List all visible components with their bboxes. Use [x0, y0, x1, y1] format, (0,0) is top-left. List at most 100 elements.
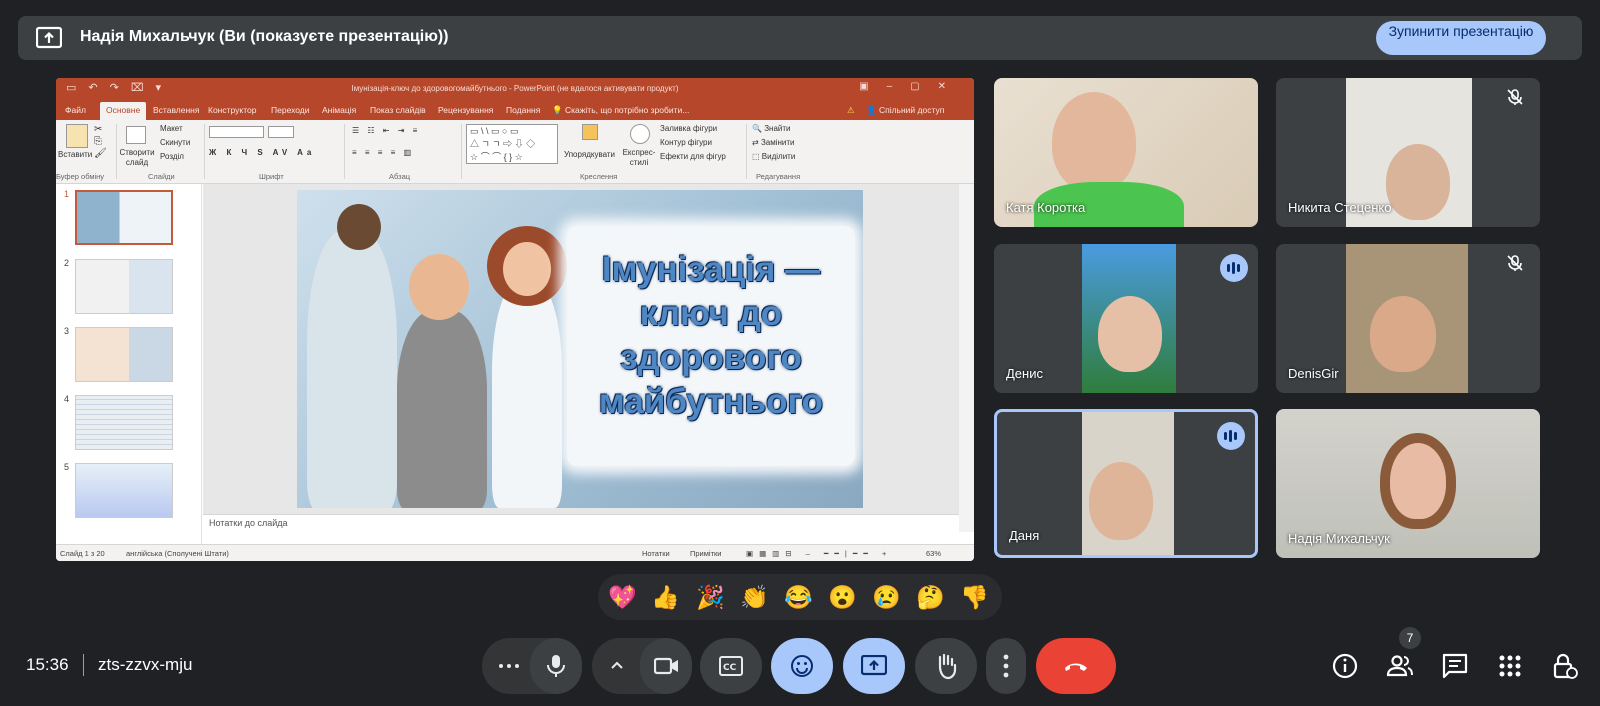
- reaction-party-icon[interactable]: 🎉: [696, 583, 725, 611]
- slide-title-line: Імунізація —: [601, 250, 821, 289]
- section-button[interactable]: Розділ: [160, 152, 184, 161]
- quick-styles-icon[interactable]: [630, 124, 650, 144]
- meeting-time: 15:36: [26, 655, 69, 674]
- ribbon: Вставити ✂ ⎘ 🖌 Буфер обміну Створити слайд…: [56, 120, 974, 184]
- tab-home[interactable]: Основне: [100, 102, 147, 120]
- more-options-button[interactable]: [986, 638, 1026, 694]
- quick-styles-label[interactable]: Експрес-стилі: [618, 148, 660, 168]
- select-button[interactable]: ⬚ Виділити: [752, 152, 795, 161]
- host-controls-lock-icon[interactable]: [1550, 652, 1578, 680]
- align-icons[interactable]: ≡ ≡ ≡ ≡ ▥: [352, 148, 414, 157]
- present-screen-icon: [36, 26, 62, 49]
- slide-edit-area[interactable]: Імунізація — ключ до здорового майбутньо…: [203, 184, 959, 514]
- notes-pane[interactable]: Нотатки до слайда: [203, 514, 959, 532]
- reset-button[interactable]: Скинути: [160, 138, 190, 147]
- layout-button[interactable]: Макет: [160, 124, 183, 133]
- present-button[interactable]: [843, 638, 905, 694]
- microphone-icon: [547, 655, 565, 677]
- new-slide-label[interactable]: Створити слайд: [117, 148, 157, 168]
- paragraph-icons[interactable]: ☰ ☷ ⇤ ⇥ ≡: [352, 126, 420, 135]
- current-slide[interactable]: Імунізація — ключ до здорового майбутньо…: [297, 190, 863, 508]
- presenting-banner: Надія Михальчук (Ви (показуєте презентац…: [18, 16, 1582, 60]
- slide-title-line: здорового: [620, 338, 802, 377]
- shapes-gallery[interactable]: ▭ \ \ ▭ ○ ▭ △ ㄱ ㄱ ⇨ ⇩ ◇ ☆ ⌒ ⌒ { } ☆: [466, 124, 558, 164]
- reaction-surprised-icon[interactable]: 😮: [828, 583, 857, 611]
- participant-tile[interactable]: Катя Коротка: [994, 78, 1258, 227]
- share-button[interactable]: 👤 Спільний доступ: [866, 105, 944, 116]
- ribbon-separator: [344, 124, 345, 179]
- reaction-thumbs-up-icon[interactable]: 👍: [651, 583, 680, 611]
- reaction-cry-icon[interactable]: 😢: [872, 583, 901, 611]
- font-size-select[interactable]: [268, 126, 294, 138]
- reaction-thumbs-down-icon[interactable]: 👎: [960, 583, 989, 611]
- activities-grid-icon[interactable]: [1496, 652, 1524, 680]
- chevron-up-icon[interactable]: [610, 660, 624, 670]
- people-icon[interactable]: [1386, 652, 1414, 680]
- raise-hand-button[interactable]: [915, 638, 977, 694]
- arrange-icon[interactable]: [582, 124, 598, 140]
- participant-face: [1390, 443, 1446, 519]
- find-button[interactable]: 🔍 Знайти: [752, 124, 791, 133]
- shape-outline-button[interactable]: Контур фігури: [660, 138, 712, 147]
- paste-icon[interactable]: [66, 124, 88, 148]
- zoom-level[interactable]: 63%: [926, 549, 941, 558]
- tab-animations[interactable]: Анімація: [322, 105, 356, 115]
- participant-tile[interactable]: Никита Стеценко: [1276, 78, 1540, 227]
- slide-thumbnail-3[interactable]: [75, 327, 173, 382]
- participant-tile[interactable]: Надія Михальчук: [1276, 409, 1540, 558]
- chat-icon[interactable]: [1441, 652, 1469, 680]
- slide-thumbnail-2[interactable]: [75, 259, 173, 314]
- arrange-label[interactable]: Упорядкувати: [564, 150, 615, 159]
- slide-number: 1: [64, 189, 70, 199]
- ppt-status-bar: Слайд 1 з 20 англійська (Сполучені Штати…: [56, 544, 974, 561]
- reaction-heart-icon[interactable]: 💖: [608, 583, 637, 611]
- ribbon-separator: [746, 124, 747, 179]
- participant-tile[interactable]: DenisGir: [1276, 244, 1540, 393]
- tab-file[interactable]: Файл: [65, 105, 86, 115]
- new-slide-icon[interactable]: [126, 126, 146, 144]
- vertical-scrollbar[interactable]: [959, 184, 974, 532]
- font-name-select[interactable]: [209, 126, 264, 138]
- reaction-laugh-icon[interactable]: 😂: [784, 583, 813, 611]
- captions-button[interactable]: CC: [700, 638, 762, 694]
- comments-toggle[interactable]: Примітки: [690, 549, 721, 558]
- microphone-button[interactable]: [530, 638, 582, 694]
- replace-button[interactable]: ⇄ Замінити: [752, 138, 795, 147]
- participant-name: Никита Стеценко: [1288, 200, 1392, 215]
- window-controls-icon[interactable]: ▣–▢✕: [859, 81, 964, 92]
- reactions-button[interactable]: [771, 638, 833, 694]
- slide-title[interactable]: Імунізація — ключ до здорового майбутньо…: [567, 248, 855, 424]
- reaction-thinking-icon[interactable]: 🤔: [916, 583, 945, 611]
- tab-view[interactable]: Подання: [506, 105, 540, 115]
- participant-name: Катя Коротка: [1006, 200, 1086, 215]
- slide-thumbnail-1[interactable]: [75, 190, 173, 245]
- notes-toggle[interactable]: Нотатки: [642, 549, 670, 558]
- leave-call-button[interactable]: [1036, 638, 1116, 694]
- tab-review[interactable]: Рецензування: [438, 105, 493, 115]
- emoji-icon: [791, 655, 813, 677]
- more-audio-options-icon[interactable]: [498, 662, 520, 670]
- stop-presenting-button[interactable]: Зупинити презентацію: [1376, 21, 1546, 55]
- drawing-group-label: Креслення: [580, 172, 618, 181]
- camera-button[interactable]: [640, 638, 692, 694]
- tab-slideshow[interactable]: Показ слайдів: [370, 105, 426, 115]
- hang-up-icon: [1065, 663, 1087, 671]
- select-label: Виділити: [761, 152, 796, 161]
- view-buttons-icon[interactable]: ▣▦▥⊟ – ━━|━━ +: [746, 549, 892, 558]
- tab-transitions[interactable]: Переходи: [271, 105, 310, 115]
- participant-tile-active[interactable]: Даня: [994, 409, 1258, 558]
- replace-label: Замінити: [760, 138, 795, 147]
- meeting-info-icon[interactable]: [1331, 652, 1359, 680]
- shape-fill-button[interactable]: Заливка фігури: [660, 124, 717, 133]
- font-format-icons[interactable]: Ж К Ч S AV Aa: [209, 148, 315, 157]
- participant-tile[interactable]: Денис: [994, 244, 1258, 393]
- slide-thumbnails-pane[interactable]: 1 2 3 4 5: [56, 184, 202, 544]
- tab-insert[interactable]: Вставлення: [153, 105, 199, 115]
- reaction-clap-icon[interactable]: 👏: [740, 583, 769, 611]
- tab-design[interactable]: Конструктор: [208, 105, 256, 115]
- slide-thumbnail-4[interactable]: [75, 395, 173, 450]
- shape-effects-button[interactable]: Ефекти для фігур: [660, 152, 726, 161]
- tell-me-search[interactable]: 💡 Скажіть, що потрібно зробити...: [552, 105, 689, 116]
- slide-thumbnail-5[interactable]: [75, 463, 173, 518]
- cut-copy-icons[interactable]: ✂ ⎘ 🖌: [94, 124, 107, 160]
